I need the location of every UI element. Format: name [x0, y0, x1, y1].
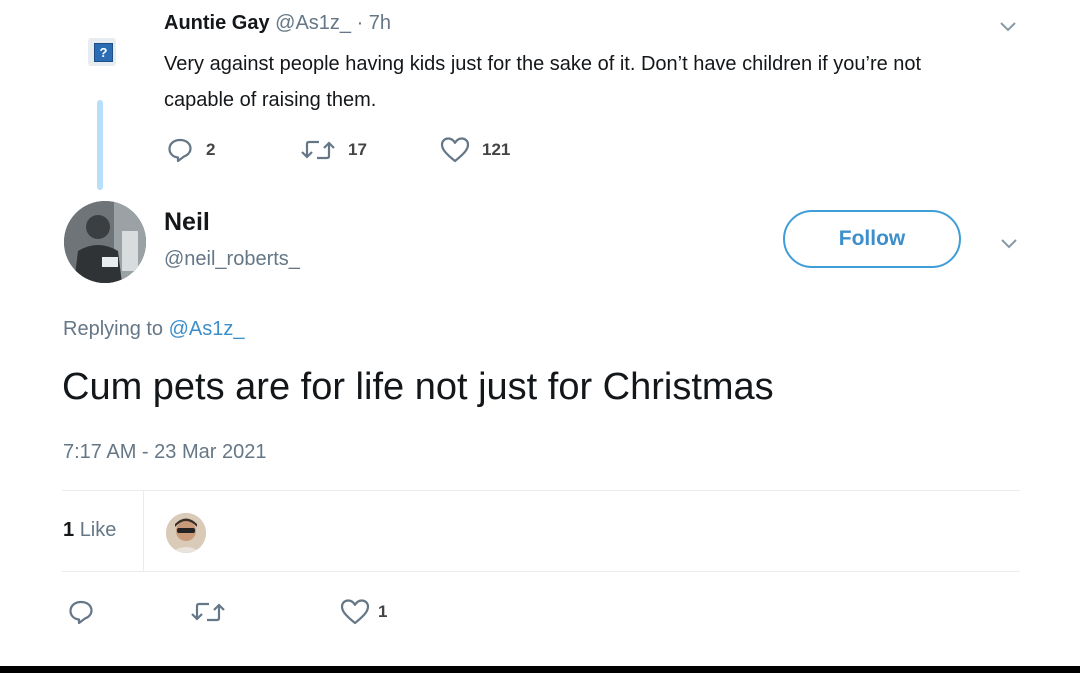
- parent-tweet-time[interactable]: · 7h: [357, 12, 391, 34]
- author-avatar[interactable]: [64, 201, 146, 283]
- retweet-button[interactable]: [190, 598, 226, 626]
- reply-button[interactable]: 2: [166, 136, 215, 164]
- reply-icon: [168, 138, 192, 163]
- unknown-question-icon: ?: [94, 43, 113, 62]
- stats-divider-vertical: [143, 491, 144, 571]
- liker-avatar-photo: [166, 513, 206, 553]
- retweet-button[interactable]: 17: [300, 136, 367, 164]
- heart-icon: [440, 137, 470, 163]
- retweet-icon: [191, 602, 225, 622]
- like-count: 1: [378, 602, 388, 621]
- likes-stat[interactable]: 1 Like: [63, 519, 116, 542]
- reply-count: 2: [206, 140, 216, 159]
- like-count: 121: [482, 140, 511, 159]
- parent-tweet-text: Very against people having kids just for…: [164, 53, 922, 111]
- reply-button[interactable]: [67, 598, 95, 626]
- tweet-timestamp[interactable]: 7:17 AM - 23 Mar 2021: [63, 441, 266, 464]
- avatar-photo: [64, 201, 146, 283]
- tweet-text: Cum pets are for life not just for Chris…: [62, 366, 774, 408]
- replying-prefix: Replying to: [63, 318, 169, 340]
- bottom-black-bar: [0, 666, 1080, 673]
- likes-stat-count: 1: [63, 519, 75, 541]
- stats-divider-bottom: [62, 571, 1020, 572]
- author-handle[interactable]: @neil_roberts_: [164, 248, 300, 271]
- heart-icon: [340, 599, 370, 625]
- author-name[interactable]: Neil: [164, 208, 210, 237]
- follow-button[interactable]: Follow: [783, 210, 961, 268]
- chevron-down-icon[interactable]: [998, 20, 1018, 34]
- parent-tweet-header: Auntie Gay @As1z_ · 7h: [164, 12, 391, 35]
- replying-to-mention[interactable]: @As1z_: [169, 318, 245, 340]
- thread-connector-line: [97, 100, 103, 190]
- like-button[interactable]: 1: [340, 598, 387, 626]
- reply-icon: [69, 600, 93, 625]
- liker-avatar[interactable]: [166, 513, 206, 553]
- parent-avatar[interactable]: ?: [88, 38, 116, 66]
- stats-divider-top: [62, 490, 1020, 491]
- replying-to-line: Replying to @As1z_: [63, 318, 245, 341]
- parent-author-handle[interactable]: @As1z_: [275, 12, 351, 34]
- chevron-down-icon[interactable]: [999, 237, 1019, 251]
- parent-author-name[interactable]: Auntie Gay: [164, 12, 270, 34]
- tweet-thread-page: ? Auntie Gay @As1z_ · 7h Very against pe…: [0, 0, 1080, 673]
- like-button[interactable]: 121: [440, 136, 510, 164]
- retweet-count: 17: [348, 140, 367, 159]
- likes-stat-label: Like: [79, 519, 117, 541]
- retweet-icon: [301, 140, 335, 160]
